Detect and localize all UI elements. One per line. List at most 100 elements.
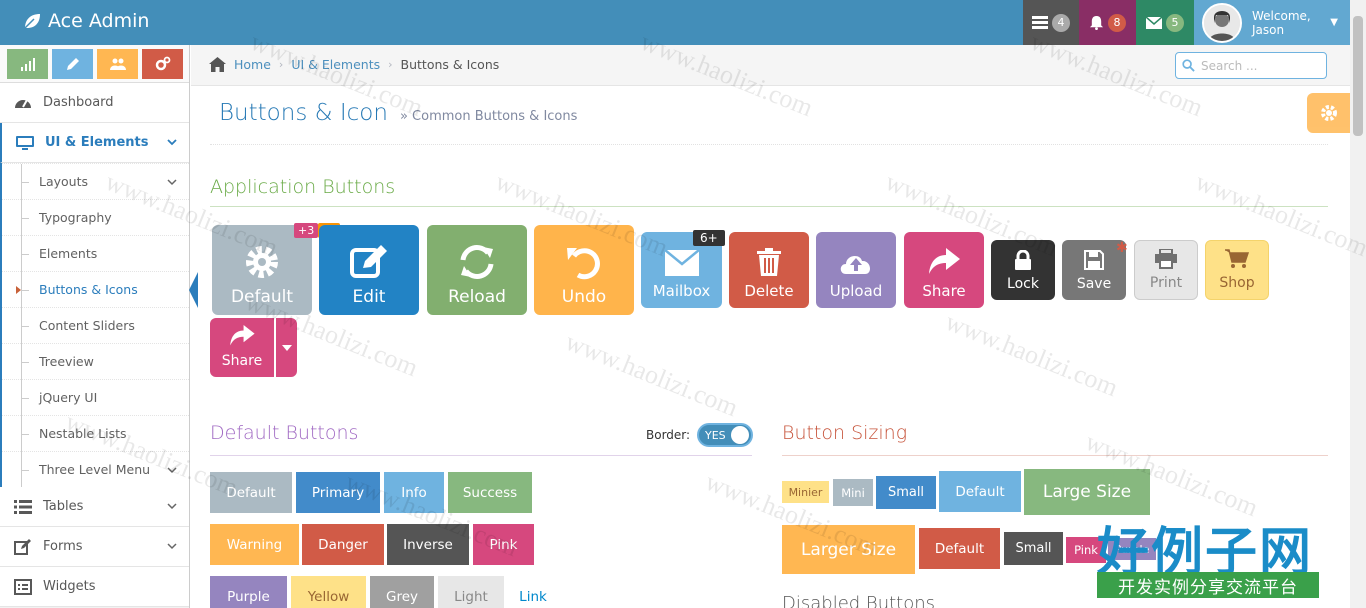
chevron-down-icon bbox=[167, 136, 177, 151]
app-button-shop[interactable]: Shop bbox=[1205, 240, 1269, 300]
app-button-upload[interactable]: Upload bbox=[816, 232, 896, 308]
caret-right-icon bbox=[16, 286, 21, 294]
app-button-share-split[interactable]: Share bbox=[210, 318, 274, 377]
large-button[interactable]: Large Size bbox=[1024, 469, 1150, 515]
shortcut-edit[interactable] bbox=[52, 49, 93, 79]
pencil-icon bbox=[66, 58, 79, 70]
app-button-label: Edit bbox=[352, 287, 386, 307]
search-box[interactable]: Search ... bbox=[1175, 52, 1327, 79]
danger-button[interactable]: Danger bbox=[302, 524, 384, 565]
avatar bbox=[1202, 2, 1242, 43]
scrollbar-thumb[interactable] bbox=[1353, 16, 1363, 136]
sidebar-item-label: Tables bbox=[43, 499, 84, 514]
tachometer-icon bbox=[15, 99, 31, 108]
edit-icon bbox=[350, 245, 387, 278]
default-size-button[interactable]: Default bbox=[939, 471, 1021, 512]
link-button[interactable]: Link bbox=[508, 576, 558, 608]
border-toggle[interactable]: YES bbox=[697, 423, 753, 447]
section-title-default: Default Buttons bbox=[210, 422, 359, 444]
sidebar-item-label: Widgets bbox=[43, 579, 96, 594]
sidebar-item-widgets[interactable]: Widgets bbox=[0, 567, 189, 607]
section-divider bbox=[782, 455, 1328, 456]
navbar-right: 4 8 5 Welcome, Jason ▼ bbox=[1023, 0, 1350, 45]
app-badge-dark: 6+ bbox=[693, 230, 725, 246]
users-icon bbox=[109, 58, 126, 70]
border-label: Border: bbox=[646, 428, 691, 442]
list-icon bbox=[14, 499, 32, 514]
sidebar-subitem-content-sliders[interactable]: Content Sliders bbox=[2, 307, 189, 344]
grey-button[interactable]: Grey bbox=[370, 576, 434, 608]
warning-button[interactable]: Warning bbox=[210, 524, 299, 565]
section-title-disabled: Disabled Buttons bbox=[782, 593, 936, 608]
shortcut-stats[interactable] bbox=[7, 49, 48, 79]
logo-subtext: 开发实例分享交流平台 bbox=[1097, 572, 1319, 598]
caret-down-icon bbox=[281, 344, 292, 351]
sidebar-subitem-treeview[interactable]: Treeview bbox=[2, 343, 189, 380]
watermark: www.haolizi.com bbox=[941, 306, 1123, 403]
small-button[interactable]: Small bbox=[876, 476, 936, 509]
app-button-reload[interactable]: Reload bbox=[427, 225, 527, 315]
default-size-button-2[interactable]: Default bbox=[919, 528, 1000, 569]
share-icon bbox=[929, 248, 960, 274]
shortcut-settings[interactable] bbox=[142, 49, 183, 79]
chevron-down-icon bbox=[167, 175, 177, 190]
section-title-application: Application Buttons bbox=[210, 176, 396, 198]
signal-icon bbox=[20, 58, 35, 71]
brand[interactable]: Ace Admin bbox=[22, 10, 149, 32]
app-button-label: Share bbox=[221, 353, 263, 369]
site-logo-watermark: 好例子网 开发实例分享交流平台 bbox=[1097, 510, 1323, 602]
app-button-edit[interactable]: Edit bbox=[319, 225, 419, 315]
purple-button[interactable]: Purple bbox=[210, 576, 287, 608]
header-divider bbox=[210, 144, 1328, 145]
small-button-2[interactable]: Small bbox=[1004, 532, 1063, 565]
search-input[interactable]: Search ... bbox=[1201, 59, 1257, 73]
app-button-print[interactable]: Print bbox=[1134, 240, 1198, 300]
envelope-icon bbox=[1146, 16, 1162, 29]
light-button[interactable]: Light bbox=[438, 576, 504, 608]
user-name: Jason bbox=[1252, 22, 1285, 37]
cogs-icon bbox=[155, 56, 170, 71]
app-button-label: Lock bbox=[1007, 276, 1039, 292]
mini-button[interactable]: Mini bbox=[833, 479, 873, 506]
user-menu[interactable]: Welcome, Jason ▼ bbox=[1194, 0, 1350, 45]
app-button-label: Delete bbox=[744, 282, 794, 300]
app-button-save[interactable]: Save ✱ bbox=[1062, 240, 1128, 300]
breadcrumb-separator: › bbox=[388, 58, 393, 71]
sidebar-item-tables[interactable]: Tables bbox=[0, 487, 189, 527]
subitem-label: Layouts bbox=[39, 174, 89, 189]
app-button-share[interactable]: Share bbox=[904, 232, 984, 308]
sidebar-item-forms[interactable]: Forms bbox=[0, 527, 189, 567]
app-button-label: Print bbox=[1149, 275, 1183, 291]
list-alt-icon bbox=[14, 578, 32, 595]
trash-icon bbox=[757, 248, 781, 276]
app-button-delete[interactable]: Delete bbox=[729, 232, 809, 308]
page-scrollbar[interactable] bbox=[1350, 0, 1366, 608]
sidebar-item-dashboard[interactable]: Dashboard bbox=[0, 83, 189, 123]
subitem-label: Content Sliders bbox=[39, 318, 135, 333]
sidebar-item-ui-elements[interactable]: UI & Elements bbox=[0, 123, 189, 163]
messages-button[interactable]: 5 bbox=[1136, 0, 1194, 45]
success-button[interactable]: Success bbox=[448, 472, 532, 513]
sidebar-subitem-jquery-ui[interactable]: jQuery UI bbox=[2, 379, 189, 416]
subitem-label: Three Level Menu bbox=[39, 462, 151, 477]
ace-settings-button[interactable] bbox=[1307, 93, 1350, 133]
sidebar-subitem-buttons-icons[interactable]: Buttons & Icons bbox=[2, 271, 198, 308]
app-button-label: Reload bbox=[448, 287, 506, 307]
cloud-upload-icon bbox=[840, 255, 871, 274]
app-badge-pink: +3 bbox=[294, 223, 319, 238]
toggle-label: YES bbox=[705, 428, 726, 442]
breadcrumb-current: Buttons & Icons bbox=[400, 57, 500, 72]
undo-icon bbox=[567, 248, 600, 280]
app-button-label: Save bbox=[1076, 276, 1112, 292]
yellow-button[interactable]: Yellow bbox=[291, 576, 366, 608]
welcome-text: Welcome, bbox=[1252, 8, 1311, 23]
app-button-label: Upload bbox=[829, 282, 883, 300]
notifications-button[interactable]: 8 bbox=[1079, 0, 1136, 45]
refresh-icon bbox=[460, 245, 494, 279]
page-title: Buttons & Icon bbox=[219, 100, 388, 126]
messages-badge: 5 bbox=[1166, 13, 1184, 32]
subitem-label: jQuery UI bbox=[39, 390, 98, 405]
sidebar-subitem-elements[interactable]: Elements bbox=[2, 235, 189, 272]
shortcut-users[interactable] bbox=[97, 49, 138, 79]
envelope-icon bbox=[664, 250, 699, 276]
